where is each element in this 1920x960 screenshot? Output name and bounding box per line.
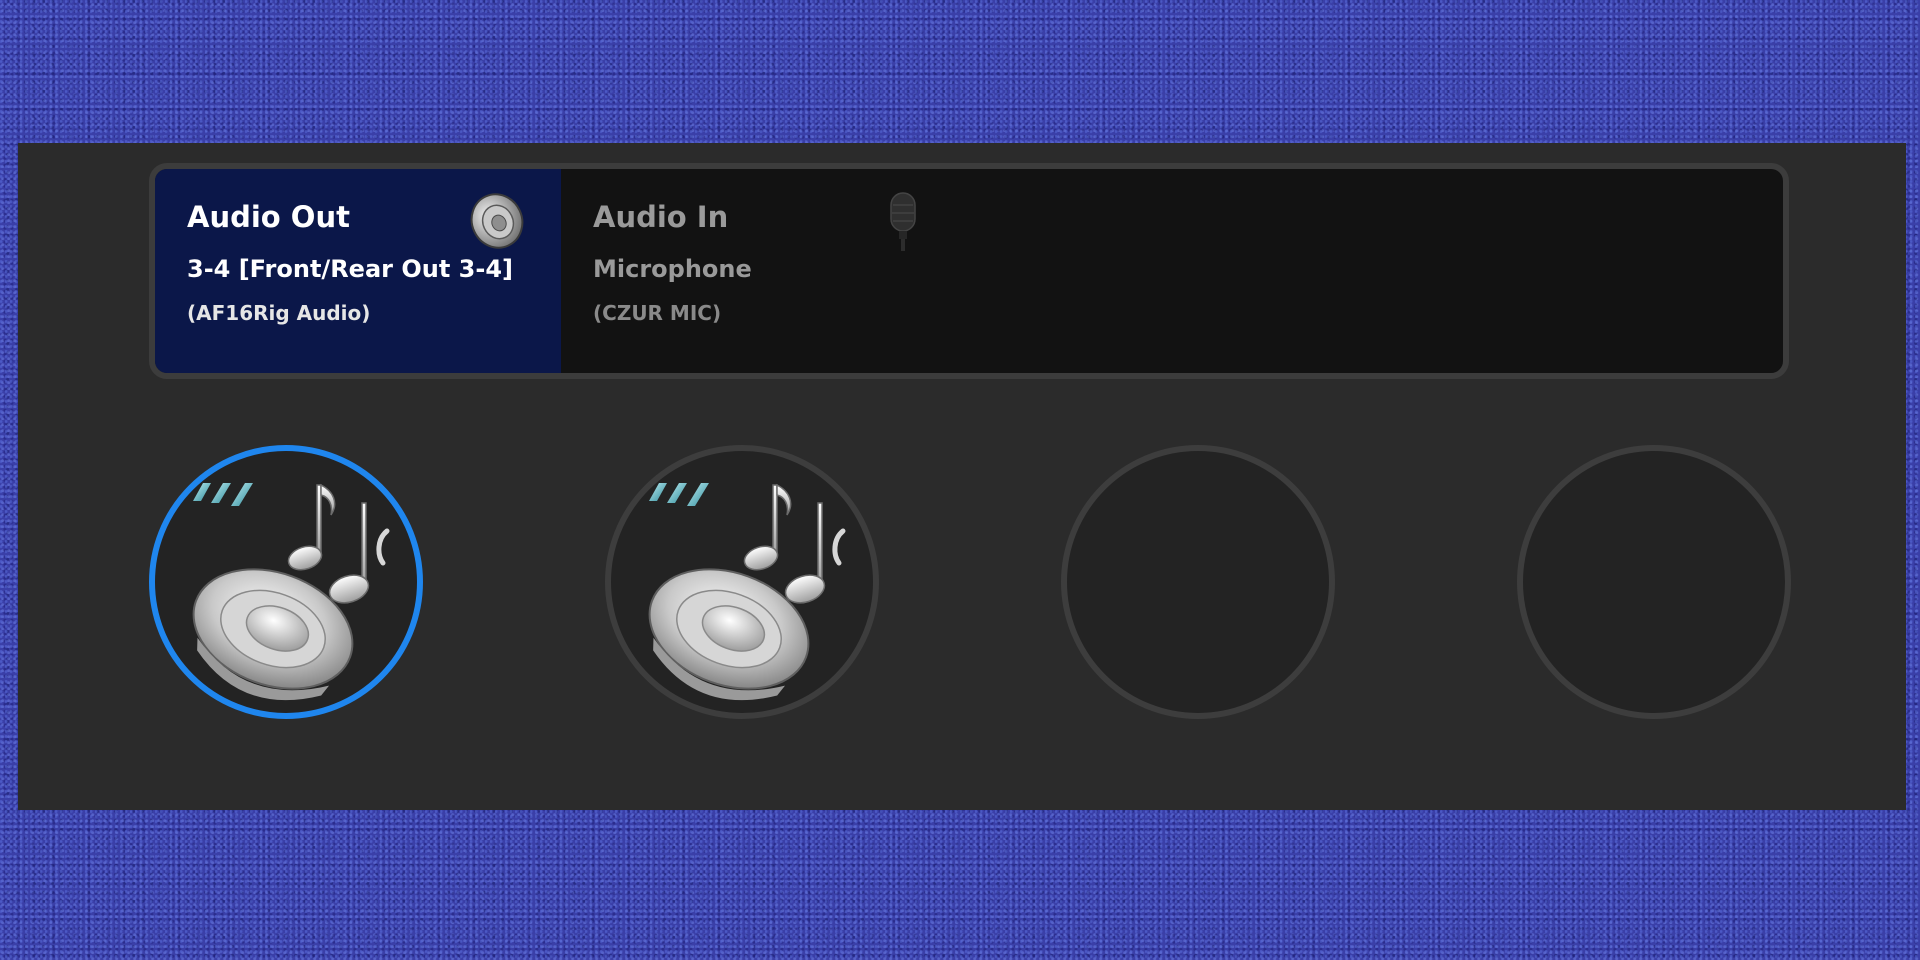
tab-audio-out[interactable]: Audio Out 3-4 [Front/Rear Out 3-4] (AF16… (155, 169, 561, 373)
audio-in-device-subtitle: (CZUR MIC) (593, 301, 722, 325)
audio-panel: Audio Out 3-4 [Front/Rear Out 3-4] (AF16… (18, 143, 1906, 810)
audio-in-device-name: Microphone (593, 255, 752, 283)
speaker-icon (467, 191, 527, 255)
output-slot-4[interactable] (1517, 445, 1791, 719)
microphone-icon (885, 189, 921, 257)
speaker-music-icon (611, 451, 873, 713)
device-selector-bar: Audio Out 3-4 [Front/Rear Out 3-4] (AF16… (149, 163, 1789, 379)
speaker-music-icon (155, 451, 417, 713)
tab-audio-in[interactable]: Audio In Microphone (CZUR MIC) (561, 169, 967, 373)
output-slot-1[interactable] (149, 445, 423, 719)
audio-out-device-name: 3-4 [Front/Rear Out 3-4] (187, 255, 513, 283)
audio-out-device-subtitle: (AF16Rig Audio) (187, 301, 371, 325)
output-slot-2[interactable] (605, 445, 879, 719)
output-slot-3[interactable] (1061, 445, 1335, 719)
